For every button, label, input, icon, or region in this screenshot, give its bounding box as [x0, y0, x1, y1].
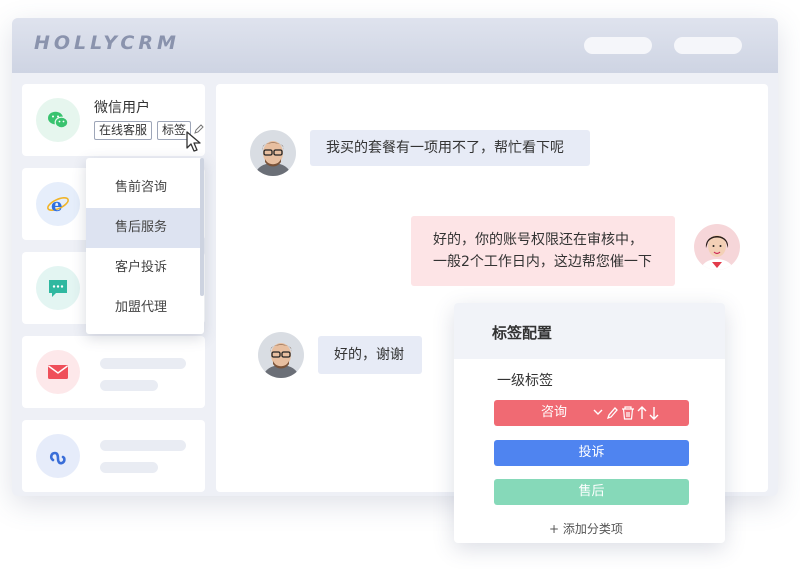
mouse-cursor-icon [186, 131, 201, 152]
arrow-up-icon [637, 406, 647, 419]
tag-actions [593, 406, 659, 420]
arrow-down-icon [649, 407, 659, 420]
chevron-down-icon [593, 409, 603, 415]
message-icon [36, 266, 80, 310]
agent-avatar [694, 224, 740, 270]
titlebar-pill-2[interactable] [674, 37, 742, 54]
skeleton-line [100, 380, 158, 391]
level-label: 一级标签 [497, 373, 553, 389]
dropdown-scrollbar[interactable] [200, 158, 204, 296]
wechat-icon [36, 98, 80, 142]
customer-avatar [250, 130, 296, 176]
contact-card-miniapp[interactable] [22, 420, 205, 492]
brand-logo: HOLLYCRM [34, 32, 180, 54]
dropdown-item-complaint[interactable]: 客户投诉 [86, 248, 200, 288]
add-category-button[interactable]: + 添加分类项 [549, 520, 623, 537]
tag-config-header: 标签配置 [454, 303, 725, 359]
dropdown-item-aftersale[interactable]: 售后服务 [86, 208, 200, 248]
svg-text:e: e [51, 195, 62, 216]
contact-card-email[interactable] [22, 336, 205, 408]
channel-chip: 在线客服 [94, 121, 153, 140]
contact-card-wechat[interactable]: 微信用户 在线客服 标签 [22, 84, 205, 156]
tag-dropdown: 售前咨询 售后服务 客户投诉 加盟代理 [86, 158, 204, 334]
skeleton-line [100, 440, 186, 451]
customer-avatar [258, 332, 304, 378]
title-bar: HOLLYCRM [12, 18, 778, 73]
edit-icon [606, 407, 618, 420]
message-line: 一般2个工作日内，这边帮您催一下 [433, 254, 652, 270]
tag-row-aftersale[interactable]: 售后 [494, 479, 689, 505]
chat-message-agent: 好的，你的账号权限还在审核中， 一般2个工作日内，这边帮您催一下 [411, 216, 675, 286]
tag-row-complaint[interactable]: 投诉 [494, 440, 689, 466]
chat-message-customer-2: 好的，谢谢 [318, 336, 422, 374]
contact-name: 微信用户 [94, 100, 150, 116]
miniprogram-icon [36, 434, 80, 478]
mail-icon [36, 350, 80, 394]
tag-config-panel: 标签配置 一级标签 咨询 投诉 售后 + 添加分类项 [454, 303, 725, 543]
titlebar-pill-1[interactable] [584, 37, 652, 54]
trash-icon [622, 406, 634, 420]
dropdown-item-franchise[interactable]: 加盟代理 [86, 288, 200, 328]
skeleton-line [100, 358, 186, 369]
tag-row-consult[interactable]: 咨询 [494, 400, 689, 426]
tag-config-title: 标签配置 [492, 324, 553, 342]
dropdown-item-presale[interactable]: 售前咨询 [86, 168, 200, 208]
browser-icon: e [36, 182, 80, 226]
message-line: 好的，你的账号权限还在审核中， [433, 232, 643, 248]
skeleton-line [100, 462, 158, 473]
chat-message-customer-1: 我买的套餐有一项用不了，帮忙看下呢 [310, 130, 590, 166]
